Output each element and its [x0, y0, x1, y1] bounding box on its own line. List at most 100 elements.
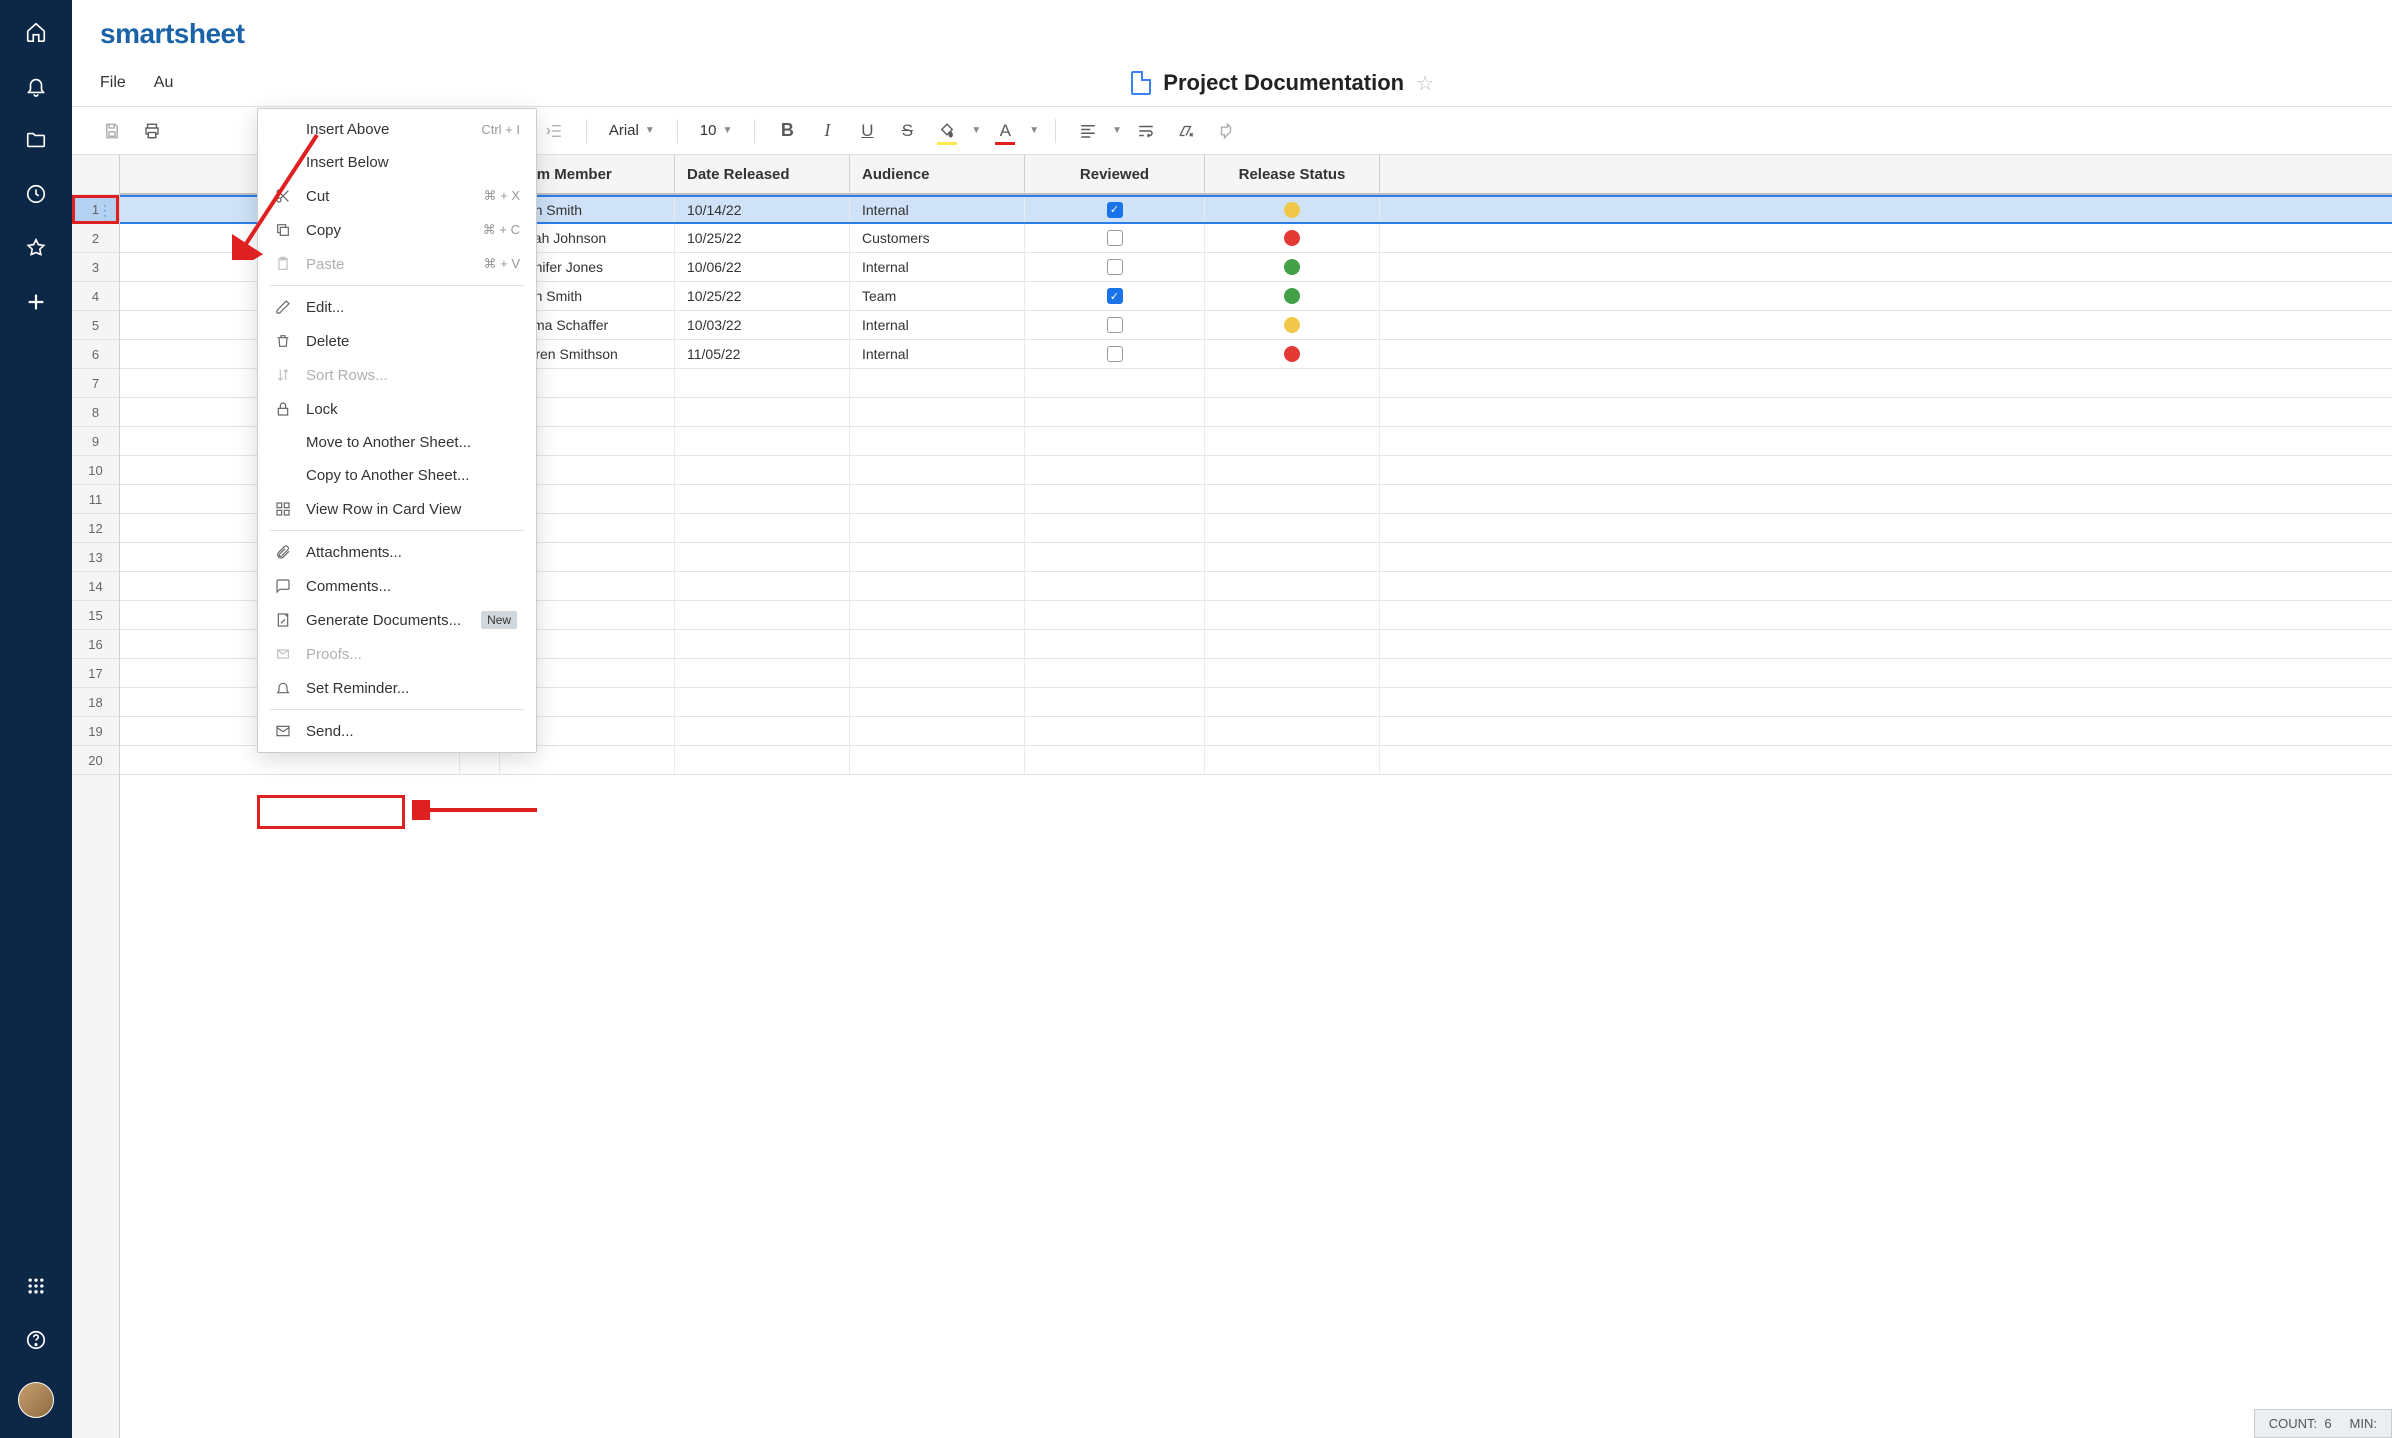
cell-reviewed[interactable] — [1025, 572, 1205, 600]
row-number-4[interactable]: 4 — [72, 282, 119, 311]
menu-edit[interactable]: Edit... — [258, 290, 536, 324]
cell-audience[interactable] — [850, 601, 1025, 629]
cell-reviewed[interactable] — [1025, 659, 1205, 687]
row-number-8[interactable]: 8 — [72, 398, 119, 427]
row-number-19[interactable]: 19 — [72, 717, 119, 746]
cell-release-status[interactable] — [1205, 369, 1380, 397]
cell-audience[interactable] — [850, 514, 1025, 542]
home-icon[interactable] — [24, 20, 48, 44]
cell-release-status[interactable] — [1205, 311, 1380, 339]
cell-date[interactable] — [675, 659, 850, 687]
folder-icon[interactable] — [24, 128, 48, 152]
format-painter-icon[interactable] — [1210, 115, 1242, 147]
menu-truncated[interactable]: Au — [154, 74, 174, 92]
row-number-2[interactable]: 2 — [72, 224, 119, 253]
checkbox-icon[interactable] — [1107, 230, 1123, 246]
row-number-12[interactable]: 12 — [72, 514, 119, 543]
cell-audience[interactable] — [850, 485, 1025, 513]
row-number-13[interactable]: 13 — [72, 543, 119, 572]
recents-icon[interactable] — [24, 182, 48, 206]
cell-release-status[interactable] — [1205, 659, 1380, 687]
cell-release-status[interactable] — [1205, 253, 1380, 281]
cell-release-status[interactable] — [1205, 398, 1380, 426]
row-number-20[interactable]: 20 — [72, 746, 119, 775]
cell-release-status[interactable] — [1205, 572, 1380, 600]
cell-release-status[interactable] — [1205, 282, 1380, 310]
underline-icon[interactable]: U — [851, 115, 883, 147]
notifications-icon[interactable] — [24, 74, 48, 98]
wrap-icon[interactable] — [1130, 115, 1162, 147]
cell-reviewed[interactable] — [1025, 717, 1205, 745]
cell-audience[interactable] — [850, 543, 1025, 571]
cell-date[interactable] — [675, 514, 850, 542]
cell-release-status[interactable] — [1205, 427, 1380, 455]
favorites-icon[interactable] — [24, 236, 48, 260]
row-number-11[interactable]: 11 — [72, 485, 119, 514]
row-number-14[interactable]: 14 — [72, 572, 119, 601]
favorite-star-icon[interactable]: ☆ — [1416, 71, 1434, 96]
cell-audience[interactable] — [850, 630, 1025, 658]
cell-date[interactable] — [675, 746, 850, 774]
cell-date[interactable]: 10/14/22 — [675, 197, 850, 222]
cell-date[interactable] — [675, 427, 850, 455]
cell-reviewed[interactable]: ✓ — [1025, 197, 1205, 222]
cell-audience[interactable] — [850, 369, 1025, 397]
menu-copy-sheet[interactable]: Copy to Another Sheet... — [258, 459, 536, 492]
row-number-15[interactable]: 15 — [72, 601, 119, 630]
col-header-audience[interactable]: Audience — [850, 155, 1025, 193]
cell-release-status[interactable] — [1205, 601, 1380, 629]
cell-audience[interactable] — [850, 398, 1025, 426]
indent-icon[interactable] — [538, 115, 570, 147]
align-caret[interactable]: ▼ — [1112, 125, 1122, 136]
menu-insert-below[interactable]: Insert Below — [258, 146, 536, 179]
cell-reviewed[interactable] — [1025, 630, 1205, 658]
cell-reviewed[interactable] — [1025, 369, 1205, 397]
menu-file[interactable]: File — [100, 74, 126, 92]
cell-reviewed[interactable] — [1025, 253, 1205, 281]
fill-color-icon[interactable] — [931, 115, 963, 147]
font-size-select[interactable]: 10▼ — [694, 122, 739, 139]
cell-audience[interactable]: Internal — [850, 253, 1025, 281]
menu-move-sheet[interactable]: Move to Another Sheet... — [258, 426, 536, 459]
cell-date[interactable] — [675, 688, 850, 716]
cell-reviewed[interactable] — [1025, 688, 1205, 716]
cell-release-status[interactable] — [1205, 717, 1380, 745]
cell-audience[interactable] — [850, 688, 1025, 716]
cell-date[interactable]: 10/25/22 — [675, 282, 850, 310]
row-number-1[interactable]: 1⋮ — [72, 195, 119, 224]
cell-date[interactable] — [675, 485, 850, 513]
menu-attachments[interactable]: Attachments... — [258, 535, 536, 569]
cell-audience[interactable]: Internal — [850, 340, 1025, 368]
cell-reviewed[interactable] — [1025, 456, 1205, 484]
text-color-caret[interactable]: ▼ — [1029, 125, 1039, 136]
menu-lock[interactable]: Lock — [258, 392, 536, 426]
cell-audience[interactable] — [850, 717, 1025, 745]
cell-date[interactable]: 10/06/22 — [675, 253, 850, 281]
cell-date[interactable] — [675, 543, 850, 571]
cell-audience[interactable] — [850, 456, 1025, 484]
checkbox-icon[interactable] — [1107, 317, 1123, 333]
cell-reviewed[interactable] — [1025, 398, 1205, 426]
col-header-release-status[interactable]: Release Status — [1205, 155, 1380, 193]
italic-icon[interactable]: I — [811, 115, 843, 147]
col-header-reviewed[interactable]: Reviewed — [1025, 155, 1205, 193]
menu-cut[interactable]: Cut⌘ + X — [258, 179, 536, 213]
cell-release-status[interactable] — [1205, 630, 1380, 658]
checkbox-icon[interactable]: ✓ — [1107, 288, 1123, 304]
row-number-6[interactable]: 6 — [72, 340, 119, 369]
row-number-18[interactable]: 18 — [72, 688, 119, 717]
cell-reviewed[interactable] — [1025, 224, 1205, 252]
cell-reviewed[interactable] — [1025, 340, 1205, 368]
cell-audience[interactable] — [850, 746, 1025, 774]
fill-color-caret[interactable]: ▼ — [971, 125, 981, 136]
cell-audience[interactable] — [850, 572, 1025, 600]
cell-release-status[interactable] — [1205, 340, 1380, 368]
row-number-10[interactable]: 10 — [72, 456, 119, 485]
cell-date[interactable] — [675, 369, 850, 397]
text-color-icon[interactable]: A — [989, 115, 1021, 147]
row-number-3[interactable]: 3 — [72, 253, 119, 282]
menu-comments[interactable]: Comments... — [258, 569, 536, 603]
row-number-9[interactable]: 9 — [72, 427, 119, 456]
cell-release-status[interactable] — [1205, 543, 1380, 571]
row-menu-icon[interactable]: ⋮ — [98, 208, 112, 212]
